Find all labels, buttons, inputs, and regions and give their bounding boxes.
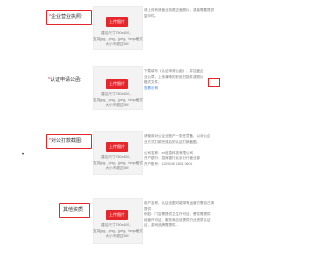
letter-download-highlight xyxy=(208,78,220,87)
business-license-label: *企业营业执照: xyxy=(49,14,83,20)
other-qualifications-label: 其他资质 xyxy=(63,207,84,213)
other-qualifications-upload-help: 建议尺寸750x400， 支持jpg、png、jpeg、bmp格式 大小不超过5M xyxy=(93,223,143,238)
certification-letter-description: 下载填写《认证申请公函》，并加盖企 业公章，上传清晰的彩色扫描件或照片 格式文件… xyxy=(144,69,204,92)
business-license-upload-button[interactable]: 上传图片 xyxy=(106,17,128,27)
other-qualifications-description: 用户名称、认证全图可能带有运营方需自己请 提供 例如：门店需提供卫生许可证，餐饮… xyxy=(144,201,214,227)
corporate-transfer-upload-help: 建议尺寸750x400， 支持jpg、png、jpeg、bmp格式 大小不超过5M xyxy=(93,155,143,170)
business-license-description: 请上传有效营业执照正面照片，或者需要提供 复印件。 xyxy=(144,8,214,18)
business-license-upload-help: 建议尺寸750x400， 支持jpg、png、jpeg、bmp格式 大小不超过5M xyxy=(93,31,143,46)
view-example-link[interactable]: 查看示例 xyxy=(144,86,204,92)
corporate-transfer-description: 请使用对公企业账户一张任意备，以对公企 业方式打款完成后的认证打款截图。 公司名… xyxy=(144,134,211,166)
list-bullet: • xyxy=(22,152,25,158)
certification-letter-label: *认证申请公函: xyxy=(48,77,82,83)
corporate-transfer-label: *对公打款截图: xyxy=(49,138,83,144)
certification-letter-upload-button[interactable]: 上传图片 xyxy=(106,79,128,89)
corporate-transfer-upload-button[interactable]: 上传图片 xyxy=(106,142,128,152)
certification-letter-upload-help: 建议尺寸750x400， 支持jpg、png、jpeg、bmp格式 大小不超过5M xyxy=(93,92,143,107)
other-qualifications-upload-button[interactable]: 上传图片 xyxy=(106,210,128,220)
